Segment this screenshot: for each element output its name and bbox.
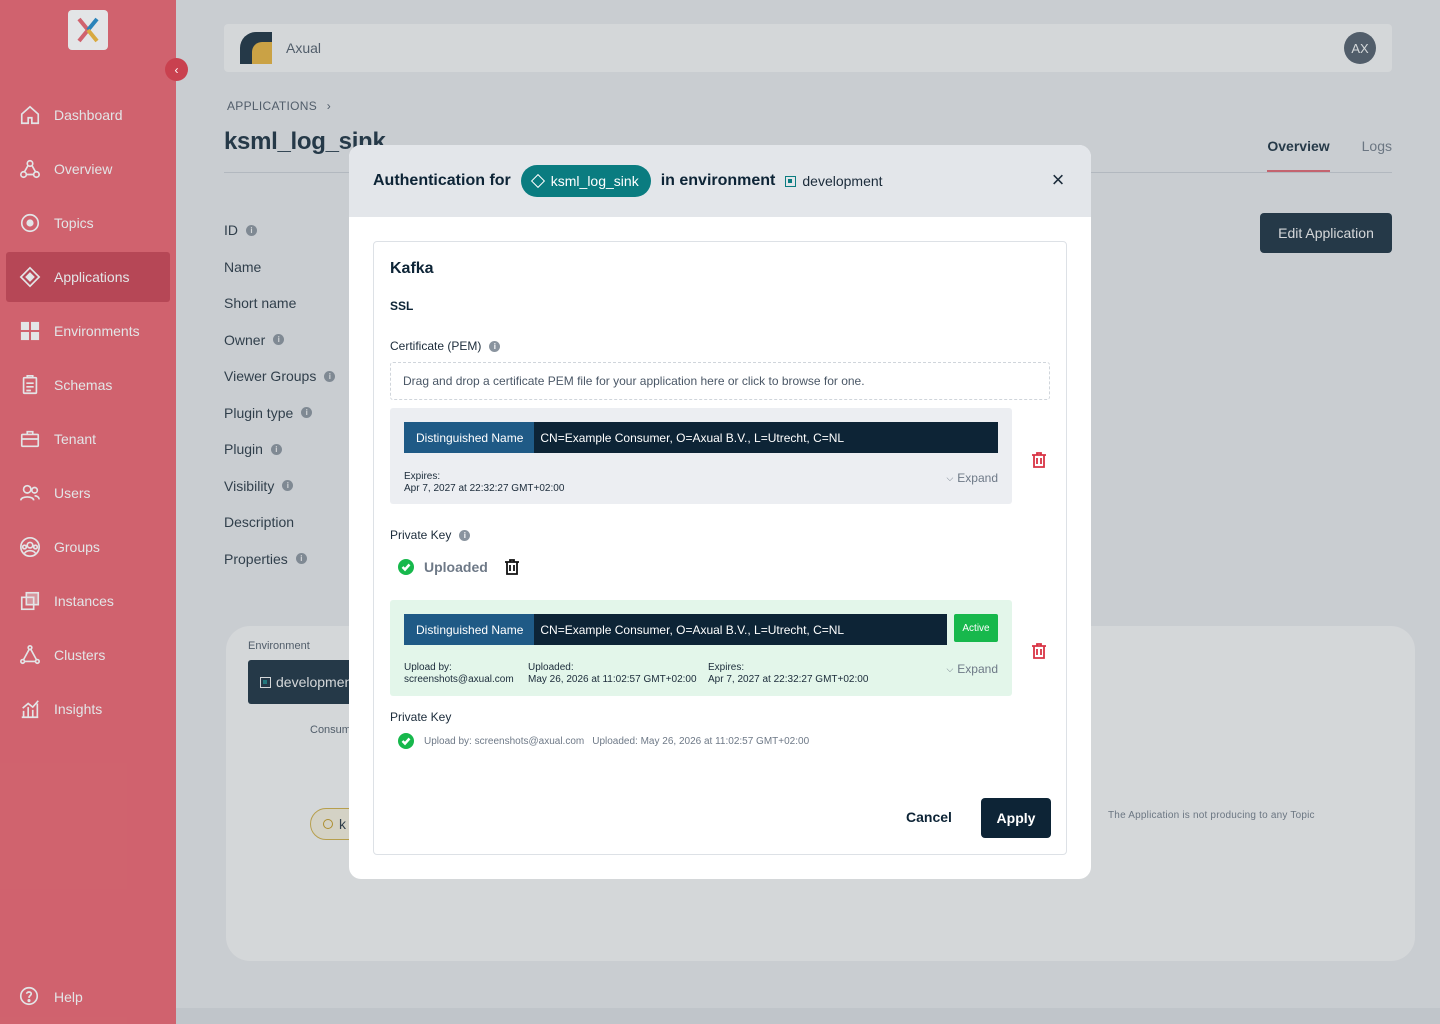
- info-icon[interactable]: i: [459, 529, 471, 541]
- chevron-down-icon: ⌵: [946, 663, 954, 674]
- sidebar-backdrop: [0, 0, 176, 1024]
- delete-private-key-button[interactable]: [504, 558, 520, 576]
- expand-label: Expand: [957, 662, 998, 676]
- private-key-label-text: Private Key: [390, 710, 452, 724]
- new-certificate-card: Distinguished Name CN=Example Consumer, …: [390, 408, 1012, 504]
- expand-button[interactable]: ⌵ Expand: [946, 662, 998, 676]
- certificate-label-text: Certificate (PEM): [390, 339, 482, 353]
- private-key-status: Uploaded: [398, 558, 520, 576]
- application-icon: [530, 173, 545, 189]
- environment-name: development: [802, 173, 883, 189]
- pk-upload-by: Upload by: screenshots@axual.com: [424, 735, 585, 747]
- application-chip-label: ksml_log_sink: [550, 173, 639, 189]
- uploaded-meta: Uploaded: May 26, 2026 at 11:02:57 GMT+0…: [528, 662, 697, 686]
- uploaded-meta-label: Uploaded:: [528, 662, 574, 673]
- protocol-label: SSL: [390, 299, 414, 313]
- uploaded-meta-value: May 26, 2026 at 11:02:57 GMT+02:00: [528, 674, 697, 685]
- distinguished-name-row: Distinguished Name CN=Example Consumer, …: [404, 422, 998, 453]
- section-title: Kafka: [390, 260, 434, 277]
- check-circle-icon: [398, 559, 414, 575]
- modal-header: Authentication for ksml_log_sink in envi…: [349, 145, 1091, 217]
- expires-meta: Expires: Apr 7, 2027 at 22:32:27 GMT+02:…: [708, 662, 868, 686]
- chevron-down-icon: ⌵: [946, 472, 954, 483]
- uploaded-label: Uploaded: [424, 559, 488, 575]
- dropzone-text: Drag and drop a certificate PEM file for…: [403, 374, 865, 388]
- modal-title-in-env: in environment: [660, 172, 776, 189]
- collapse-sidebar-button[interactable]: ‹: [165, 58, 188, 81]
- trash-icon: [1032, 643, 1046, 659]
- distinguished-name-row: Distinguished Name CN=Example Consumer, …: [404, 614, 947, 645]
- environment-icon: [785, 175, 797, 187]
- info-icon[interactable]: i: [489, 340, 501, 352]
- trash-icon: [1032, 452, 1046, 468]
- application-chip: ksml_log_sink: [520, 165, 651, 197]
- delete-certificate-button[interactable]: [1031, 451, 1047, 469]
- chevron-left-icon: ‹: [174, 62, 179, 77]
- environment-inline: development: [785, 173, 883, 189]
- authentication-modal: Authentication for ksml_log_sink in envi…: [349, 145, 1091, 879]
- trash-icon: [504, 559, 519, 575]
- close-icon[interactable]: ×: [1047, 167, 1069, 192]
- dn-value: CN=Example Consumer, O=Axual B.V., L=Utr…: [534, 422, 998, 453]
- expires-value: Apr 7, 2027 at 22:32:27 GMT+02:00: [404, 483, 565, 494]
- cancel-button[interactable]: Cancel: [906, 809, 952, 825]
- delete-active-certificate-button[interactable]: [1031, 642, 1047, 660]
- dn-value: CN=Example Consumer, O=Axual B.V., L=Utr…: [534, 614, 947, 645]
- dn-label: Distinguished Name: [404, 614, 535, 645]
- dn-label: Distinguished Name: [404, 422, 535, 453]
- status-badge: Active: [954, 614, 998, 642]
- kafka-panel: Kafka SSL Certificate (PEM) i Drag and d…: [373, 241, 1067, 855]
- apply-button[interactable]: Apply: [981, 798, 1051, 838]
- private-key-label-text: Private Key: [390, 528, 452, 542]
- certificate-dropzone[interactable]: Drag and drop a certificate PEM file for…: [390, 362, 1050, 400]
- active-certificate-card: Distinguished Name CN=Example Consumer, …: [390, 600, 1012, 696]
- expires-value: Apr 7, 2027 at 22:32:27 GMT+02:00: [708, 674, 869, 685]
- expand-button[interactable]: ⌵ Expand: [946, 471, 998, 485]
- upload-by-label: Upload by:: [404, 662, 452, 673]
- certificate-label: Certificate (PEM) i: [390, 339, 501, 353]
- pk-uploaded: Uploaded: May 26, 2026 at 11:02:57 GMT+0…: [592, 735, 810, 747]
- upload-by-value: screenshots@axual.com: [404, 674, 514, 685]
- private-key-upload-info: Upload by: screenshots@axual.com Uploade…: [398, 733, 809, 749]
- upload-by-meta: Upload by: screenshots@axual.com: [404, 662, 514, 686]
- expand-label: Expand: [957, 471, 998, 485]
- private-key-label: Private Key: [390, 710, 451, 724]
- private-key-label: Private Key i: [390, 528, 471, 542]
- modal-title-prefix: Authentication for: [373, 172, 511, 189]
- expires-label: Expires:: [404, 471, 441, 482]
- expires-meta: Expires: Apr 7, 2027 at 22:32:27 GMT+02:…: [404, 471, 564, 495]
- check-circle-icon: [398, 733, 414, 749]
- expires-label: Expires:: [708, 662, 745, 673]
